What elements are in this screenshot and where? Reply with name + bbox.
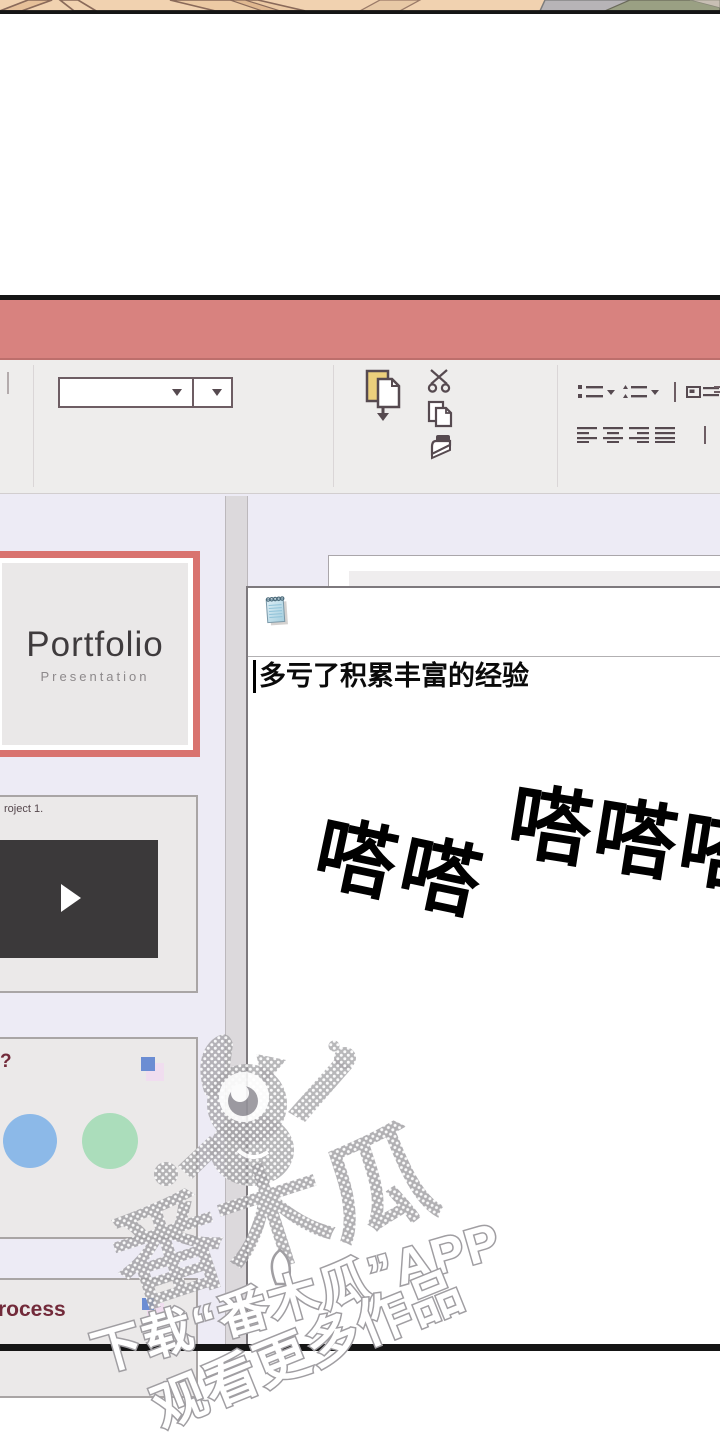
notepad-window[interactable]: 多亏了积累丰富的经验 [246,586,720,1344]
play-icon [61,884,81,912]
panel-border-bottom [0,1344,720,1351]
ribbon-toolbar [0,360,720,494]
align-center-button[interactable] [603,426,625,443]
slide-thumbnail-4[interactable]: rocess [0,1278,198,1398]
bullets-button[interactable] [577,383,615,401]
ribbon-cut-icon [714,391,720,393]
copy-button[interactable] [426,399,454,429]
slide-thumbnail-1[interactable]: Portfolio Presentation [0,551,200,757]
group-separator [674,382,676,402]
slide-label-text: rocess [0,1298,66,1322]
comic-page: Portfolio Presentation roject 1. ? roces… [0,0,720,1440]
align-left-button[interactable] [577,426,599,443]
notepad-typed-text: 多亏了积累丰富的经验 [259,660,529,693]
slide-thumbnail-1-content: Portfolio Presentation [2,563,188,745]
chart-circle-blue [3,1114,57,1168]
align-right-button[interactable] [629,426,651,443]
notepad-toolbar-separator [248,656,720,657]
numbering-button[interactable] [620,383,660,401]
previous-panel-art [0,0,720,14]
app-title-bar [0,300,720,360]
deco-square-blue [142,1298,154,1310]
group-separator [704,426,706,444]
dropdown-divider [192,379,194,406]
ribbon-cut-element [7,372,9,394]
ribbon-separator [33,365,34,487]
chevron-down-icon[interactable] [172,389,182,401]
font-name-dropdown[interactable] [58,377,233,408]
chart-circle-green [82,1113,138,1169]
notepad-icon [262,594,290,628]
text-cursor [253,660,256,693]
format-painter-button[interactable] [426,432,454,460]
paste-button[interactable] [363,368,407,424]
justify-button[interactable] [655,426,677,443]
chevron-down-icon[interactable] [212,389,222,401]
panel-scrollbar[interactable] [225,496,248,1344]
panel-border-top [0,295,720,300]
cut-button[interactable] [427,368,451,394]
ribbon-separator [333,365,334,487]
ribbon-separator [557,365,558,487]
ribbon-cut-icon [714,386,720,388]
slide-title-text: Portfolio [26,625,163,665]
slide-label-text: ? [0,1051,12,1073]
slide-subtitle-text: Presentation [41,669,150,684]
deco-square-blue [141,1057,155,1071]
notepad-text-area[interactable]: 多亏了积累丰富的经验 [253,660,529,693]
slide-label-text: roject 1. [4,803,43,815]
